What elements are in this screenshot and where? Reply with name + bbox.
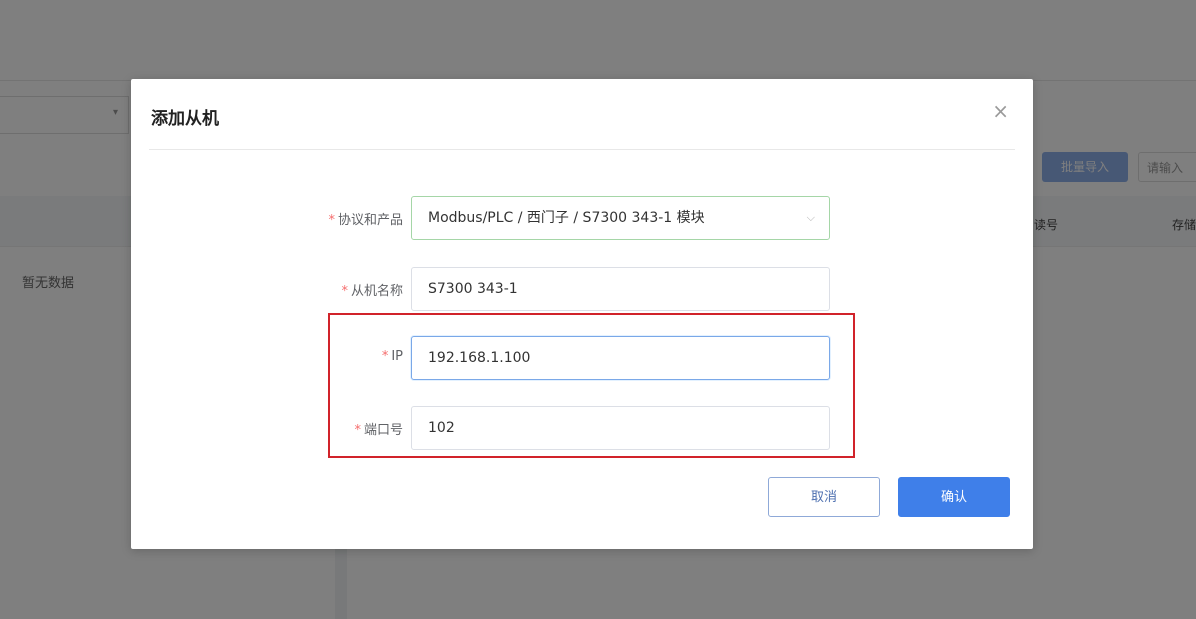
highlight-annotation-box <box>328 313 855 458</box>
protocol-select-value: Modbus/PLC / 西门子 / S7300 343-1 模块 <box>428 210 705 226</box>
protocol-label: * 协议和产品 <box>328 213 403 228</box>
close-icon[interactable]: × <box>992 101 1009 121</box>
cancel-button[interactable]: 取消 <box>768 477 880 517</box>
chevron-down-icon: ⌵ <box>806 211 815 224</box>
dialog-title: 添加从机 <box>151 109 219 129</box>
slave-name-input[interactable]: S7300 343-1 <box>411 267 830 311</box>
divider <box>149 149 1015 150</box>
slave-name-label: * 从机名称 <box>341 284 403 299</box>
form-row-slave-name: * 从机名称 S7300 343-1 <box>131 267 1033 311</box>
confirm-button[interactable]: 确认 <box>898 477 1010 517</box>
protocol-select[interactable]: Modbus/PLC / 西门子 / S7300 343-1 模块 ⌵ <box>411 196 830 240</box>
form-row-protocol: * 协议和产品 Modbus/PLC / 西门子 / S7300 343-1 模块… <box>131 196 1033 240</box>
add-slave-dialog: 添加从机 × * 协议和产品 Modbus/PLC / 西门子 / S7300 3… <box>131 79 1033 549</box>
